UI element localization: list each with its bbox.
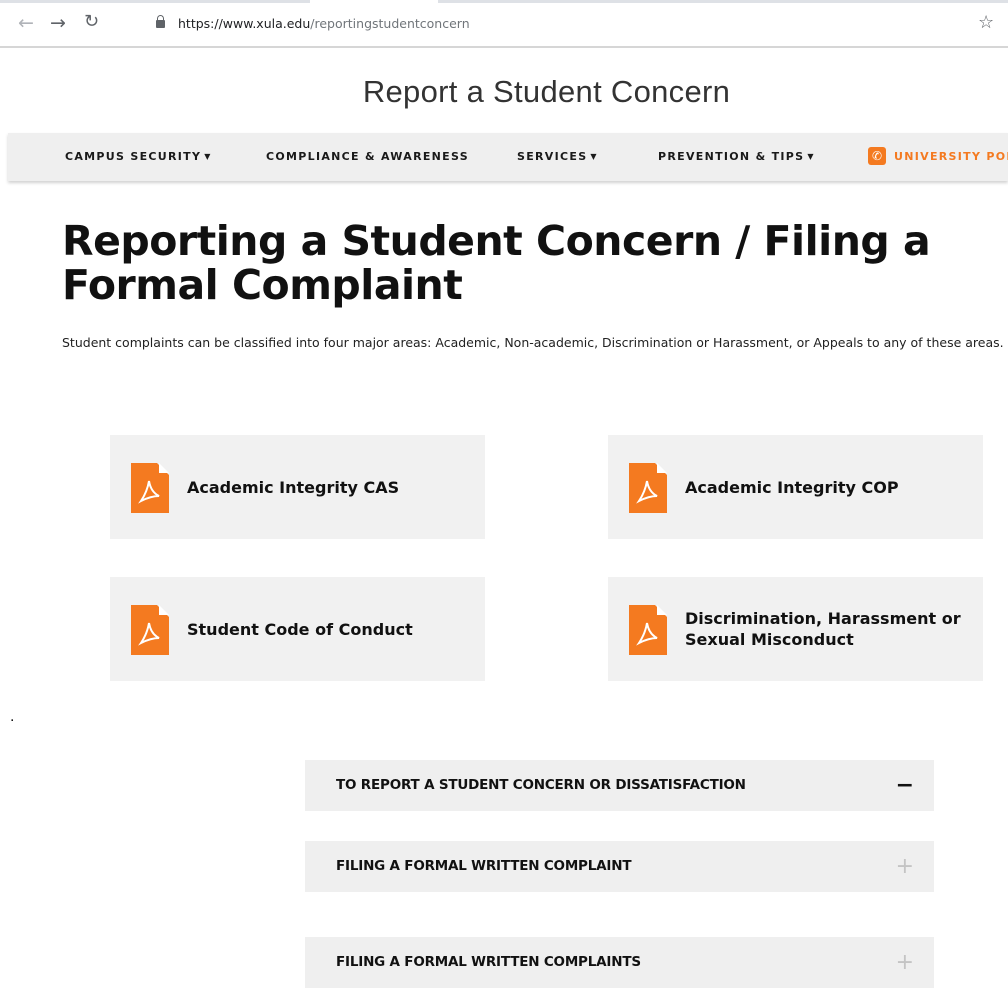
nav-label: SERVICES xyxy=(517,150,588,163)
caret-down-icon: ▼ xyxy=(204,152,212,161)
stray-dot: . xyxy=(10,708,15,725)
nav-label: UNIVERSITY POL xyxy=(894,150,1008,163)
document-label: Academic Integrity CAS xyxy=(187,477,400,497)
document-card[interactable]: Academic Integrity COP xyxy=(608,435,983,539)
back-arrow-icon[interactable]: ← xyxy=(18,14,34,33)
minus-icon[interactable]: − xyxy=(896,760,914,811)
active-tab[interactable] xyxy=(310,0,438,3)
nav-item-campus-security[interactable]: CAMPUS SECURITY ▼ xyxy=(65,150,212,163)
bookmark-star-icon[interactable]: ☆ xyxy=(978,14,994,32)
accordion-title: TO REPORT A STUDENT CONCERN OR DISSATISF… xyxy=(336,777,746,793)
page-heading: Reporting a Student Concern / Filing a F… xyxy=(62,217,931,309)
plus-icon[interactable]: + xyxy=(896,937,914,988)
pdf-icon xyxy=(629,463,667,513)
nav-item-university-police[interactable]: UNIVERSITY POL xyxy=(894,150,1008,163)
accordion-title: FILING A FORMAL WRITTEN COMPLAINTS xyxy=(336,954,641,970)
tab-strip xyxy=(0,0,1008,3)
accordion-item-formal-complaint[interactable]: FILING A FORMAL WRITTEN COMPLAINT + xyxy=(305,841,934,892)
phone-icon[interactable]: ✆ xyxy=(868,147,886,165)
accordion-title: FILING A FORMAL WRITTEN COMPLAINT xyxy=(336,858,632,874)
nav-label: CAMPUS SECURITY xyxy=(65,150,202,163)
accordion-item-formal-complaints[interactable]: FILING A FORMAL WRITTEN COMPLAINTS + xyxy=(305,937,934,988)
browser-toolbar xyxy=(0,0,1008,48)
document-card[interactable]: Student Code of Conduct xyxy=(110,577,485,681)
document-card[interactable]: Discrimination, Harassment or Sexual Mis… xyxy=(608,577,983,681)
nav-item-services[interactable]: SERVICES ▼ xyxy=(517,150,598,163)
caret-down-icon: ▼ xyxy=(807,152,815,161)
lock-icon[interactable] xyxy=(156,15,165,28)
pdf-icon xyxy=(131,463,169,513)
accordion-item-report-concern[interactable]: TO REPORT A STUDENT CONCERN OR DISSATISF… xyxy=(305,760,934,811)
intro-text: Student complaints can be classified int… xyxy=(62,335,1004,350)
document-label: Student Code of Conduct xyxy=(187,619,413,639)
reload-icon[interactable]: ↻ xyxy=(84,13,99,31)
address-bar[interactable]: https://www.xula.edu/reportingstudentcon… xyxy=(178,15,470,33)
document-card[interactable]: Academic Integrity CAS xyxy=(110,435,485,539)
url-domain: https://www.xula.edu xyxy=(178,16,311,31)
nav-item-compliance-awareness[interactable]: COMPLIANCE & AWARENESS xyxy=(266,150,469,163)
forward-arrow-icon[interactable]: → xyxy=(50,14,66,33)
main-nav: CAMPUS SECURITY ▼ COMPLIANCE & AWARENESS … xyxy=(8,133,1008,181)
document-label: Discrimination, Harassment or Sexual Mis… xyxy=(685,609,961,649)
nav-label: PREVENTION & TIPS xyxy=(658,150,805,163)
caret-down-icon: ▼ xyxy=(590,152,598,161)
nav-label: COMPLIANCE & AWARENESS xyxy=(266,150,469,163)
pdf-icon xyxy=(131,605,169,655)
nav-item-prevention-tips[interactable]: PREVENTION & TIPS ▼ xyxy=(658,150,815,163)
site-title: Report a Student Concern xyxy=(362,74,731,109)
plus-icon[interactable]: + xyxy=(896,841,914,892)
document-label: Academic Integrity COP xyxy=(685,477,899,497)
pdf-icon xyxy=(629,605,667,655)
url-path: /reportingstudentconcern xyxy=(310,16,470,31)
